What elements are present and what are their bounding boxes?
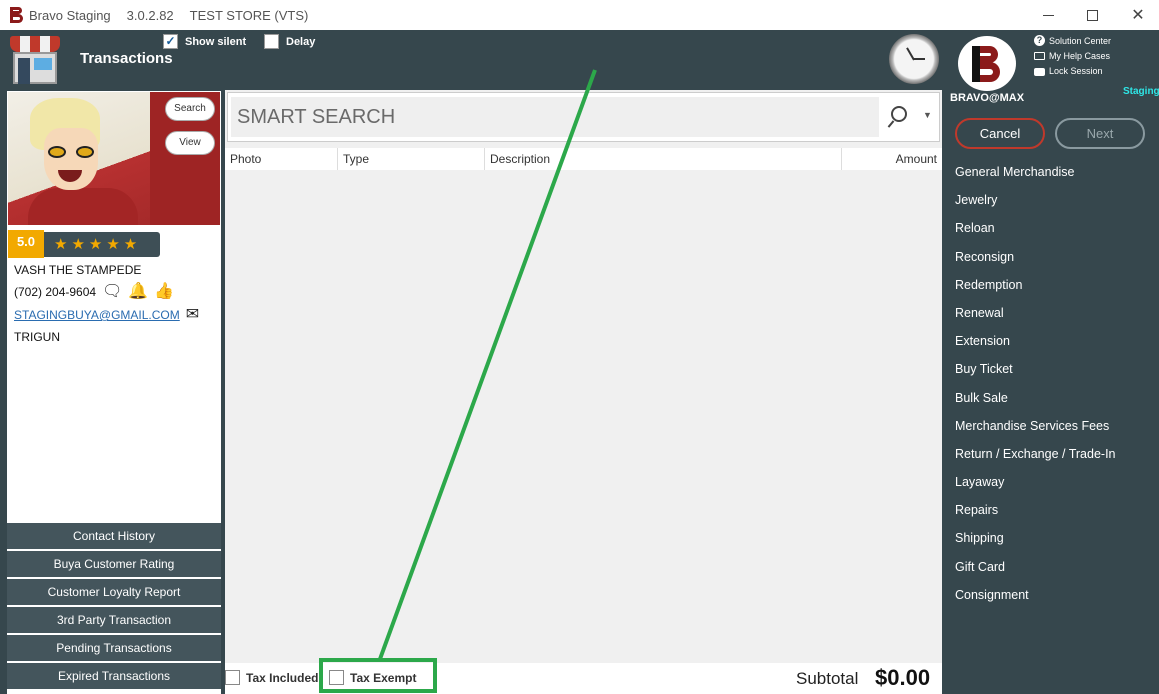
menu-item-buy-ticket[interactable]: Buy Ticket <box>955 355 1155 383</box>
menu-item-general-merchandise[interactable]: General Merchandise <box>955 158 1155 186</box>
rating-score: 5.0 <box>8 230 44 258</box>
page-title: Transactions <box>80 50 173 67</box>
minimize-button[interactable] <box>1025 0 1071 30</box>
envelope-icon[interactable]: ✉ <box>186 307 199 323</box>
bravo-logo-icon <box>9 7 23 23</box>
buya-customer-rating-button[interactable]: Buya Customer Rating <box>7 551 221 577</box>
delay-label: Delay <box>286 35 316 48</box>
show-silent-label: Show silent <box>185 35 247 48</box>
search-icon[interactable] <box>887 106 908 128</box>
customer-phone: (702) 204-9604 <box>14 285 97 299</box>
menu-item-merchandise-services-fees[interactable]: Merchandise Services Fees <box>955 412 1155 440</box>
notification-bell-icon[interactable]: 🔔 <box>128 284 148 300</box>
app-version: 3.0.2.82 <box>126 7 174 23</box>
subtotal-label: Subtotal <box>796 669 859 688</box>
expired-transactions-button[interactable]: Expired Transactions <box>7 663 221 689</box>
customer-actions-nav: Contact History Buya Customer Rating Cus… <box>7 523 221 691</box>
menu-item-reconsign[interactable]: Reconsign <box>955 243 1155 271</box>
column-photo[interactable]: Photo <box>225 148 338 170</box>
smart-search-input[interactable] <box>231 97 879 137</box>
checkmark-icon: ✓ <box>163 34 178 49</box>
customer-loyalty-report-button[interactable]: Customer Loyalty Report <box>7 579 221 605</box>
show-silent-checkbox[interactable]: ✓ Show silent <box>163 34 246 49</box>
menu-item-shipping[interactable]: Shipping <box>955 524 1155 552</box>
column-description[interactable]: Description <box>485 148 842 170</box>
my-help-cases-link[interactable]: My Help Cases <box>1034 48 1111 63</box>
cancel-button[interactable]: Cancel <box>955 118 1045 149</box>
menu-item-redemption[interactable]: Redemption <box>955 271 1155 299</box>
maximize-icon <box>1086 9 1098 21</box>
thumbs-up-icon[interactable]: 👍 <box>154 284 174 300</box>
help-links: ? Solution Center My Help Cases Lock Sess… <box>1034 33 1111 78</box>
smart-search-bar: ▼ <box>227 92 940 142</box>
menu-item-consignment[interactable]: Consignment <box>955 581 1155 609</box>
menu-item-reloan[interactable]: Reloan <box>955 214 1155 242</box>
highlight-annotation-box <box>319 658 437 693</box>
menu-item-layaway[interactable]: Layaway <box>955 468 1155 496</box>
close-button[interactable]: ✕ <box>1115 0 1159 30</box>
clock-icon[interactable] <box>889 34 939 84</box>
window-titlebar: Bravo Staging 3.0.2.82 TEST STORE (VTS) <box>0 0 1159 30</box>
message-icon[interactable]: 🗨 <box>102 284 122 300</box>
tax-included-label: Tax Included <box>246 670 319 685</box>
app-name: Bravo Staging <box>29 7 111 23</box>
column-type[interactable]: Type <box>338 148 485 170</box>
customer-note: TRIGUN <box>14 330 60 344</box>
minimize-icon <box>1042 14 1054 16</box>
menu-item-repairs[interactable]: Repairs <box>955 496 1155 524</box>
contact-history-button[interactable]: Contact History <box>7 523 221 549</box>
customer-search-button[interactable]: Search <box>165 97 215 121</box>
menu-item-renewal[interactable]: Renewal <box>955 299 1155 327</box>
menu-item-jewelry[interactable]: Jewelry <box>955 186 1155 214</box>
customer-email-row: STAGINGBUYA@GMAIL.COM ✉ <box>14 307 199 323</box>
storefront-icon <box>10 36 60 84</box>
rating-stars: ★★★★★ <box>54 236 142 253</box>
transaction-type-menu: General Merchandise Jewelry Reloan Recon… <box>955 158 1155 609</box>
menu-item-extension[interactable]: Extension <box>955 327 1155 355</box>
solution-center-link[interactable]: ? Solution Center <box>1034 33 1111 48</box>
menu-item-gift-card[interactable]: Gift Card <box>955 553 1155 581</box>
lock-icon <box>1034 68 1045 76</box>
help-icon: ? <box>1034 35 1045 46</box>
menu-item-return-exchange-trade-in[interactable]: Return / Exchange / Trade-In <box>955 440 1155 468</box>
next-button[interactable]: Next <box>1055 118 1145 149</box>
folder-icon <box>1034 51 1045 60</box>
user-avatar[interactable] <box>958 36 1016 91</box>
maximize-button[interactable] <box>1069 0 1115 30</box>
customer-rating: 5.0 ★★★★★ <box>8 230 160 258</box>
store-name: TEST STORE (VTS) <box>189 7 309 23</box>
lock-session-link[interactable]: Lock Session <box>1034 63 1111 78</box>
column-amount[interactable]: Amount <box>842 148 942 170</box>
close-icon: ✕ <box>1131 7 1145 24</box>
menu-item-bulk-sale[interactable]: Bulk Sale <box>955 384 1155 412</box>
transaction-grid-header: Photo Type Description Amount <box>225 148 942 170</box>
delay-checkbox[interactable]: Delay <box>264 34 315 49</box>
search-dropdown-icon[interactable]: ▼ <box>923 110 932 120</box>
environment-label: Staging <box>1123 86 1159 97</box>
transaction-area: ▼ Photo Type Description Amount Tax Incl… <box>225 90 942 694</box>
third-party-transaction-button[interactable]: 3rd Party Transaction <box>7 607 221 633</box>
user-name: BRAVO@MAX <box>950 92 1025 104</box>
customer-name: VASH THE STAMPEDE <box>14 263 142 277</box>
customer-view-button[interactable]: View <box>165 131 215 155</box>
customer-email[interactable]: STAGINGBUYA@GMAIL.COM <box>14 308 180 322</box>
pending-transactions-button[interactable]: Pending Transactions <box>7 635 221 661</box>
subtotal-value: $0.00 <box>875 665 931 690</box>
customer-phone-row: (702) 204-9604 🗨 🔔 👍 <box>14 284 174 300</box>
tax-included-checkbox[interactable]: Tax Included <box>225 670 318 685</box>
